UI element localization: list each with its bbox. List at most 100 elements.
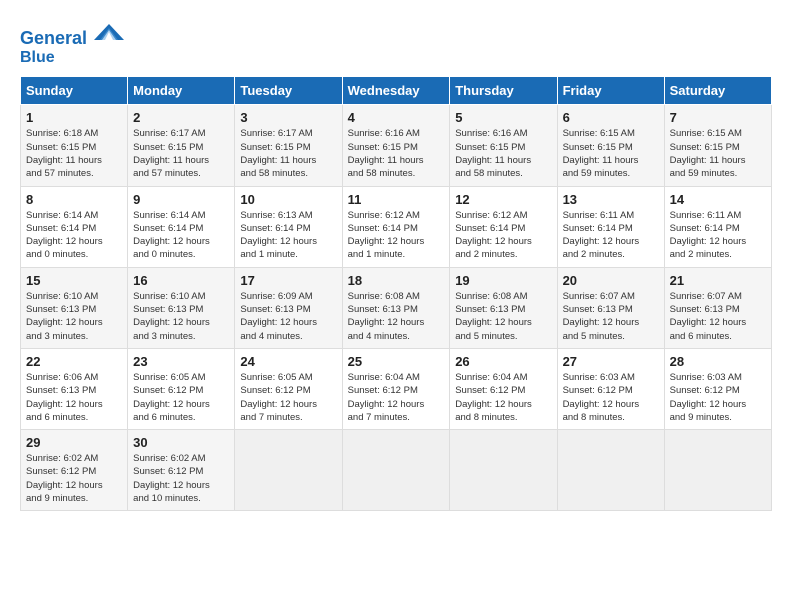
logo-blue: Blue: [20, 49, 124, 67]
calendar-cell: 5Sunrise: 6:16 AMSunset: 6:15 PMDaylight…: [450, 105, 557, 186]
day-number: 24: [240, 354, 336, 369]
day-number: 9: [133, 192, 229, 207]
day-number: 10: [240, 192, 336, 207]
day-info: Sunrise: 6:04 AMSunset: 6:12 PMDaylight:…: [455, 371, 551, 424]
calendar-cell: [450, 430, 557, 511]
calendar-week-row: 29 Sunrise: 6:02 AMSunset: 6:12 PMDayligh…: [21, 430, 772, 511]
day-number: 4: [348, 110, 445, 125]
calendar-cell: 19 Sunrise: 6:08 AMSunset: 6:13 PMDayligh…: [450, 267, 557, 348]
day-info: Sunrise: 6:15 AMSunset: 6:15 PMDaylight:…: [563, 127, 659, 180]
page-header: General Blue: [20, 20, 772, 66]
day-info: Sunrise: 6:09 AMSunset: 6:13 PMDaylight:…: [240, 290, 336, 343]
calendar-cell: 13Sunrise: 6:11 AMSunset: 6:14 PMDayligh…: [557, 186, 664, 267]
calendar-week-row: 15 Sunrise: 6:10 AMSunset: 6:13 PMDayligh…: [21, 267, 772, 348]
day-number: 16: [133, 273, 229, 288]
calendar-cell: 14 Sunrise: 6:11 AMSunset: 6:14 PMDayligh…: [664, 186, 771, 267]
day-info: Sunrise: 6:05 AMSunset: 6:12 PMDaylight:…: [133, 371, 229, 424]
calendar-cell: [557, 430, 664, 511]
day-info: Sunrise: 6:04 AMSunset: 6:12 PMDaylight:…: [348, 371, 445, 424]
day-number: 2: [133, 110, 229, 125]
calendar-cell: 20 Sunrise: 6:07 AMSunset: 6:13 PMDayligh…: [557, 267, 664, 348]
day-info: Sunrise: 6:03 AMSunset: 6:12 PMDaylight:…: [563, 371, 659, 424]
day-info: Sunrise: 6:02 AMSunset: 6:12 PMDaylight:…: [26, 452, 122, 505]
day-number: 20: [563, 273, 659, 288]
day-info: Sunrise: 6:14 AMSunset: 6:14 PMDaylight:…: [26, 209, 122, 262]
logo-text: General: [20, 20, 124, 49]
day-info: Sunrise: 6:07 AMSunset: 6:13 PMDaylight:…: [563, 290, 659, 343]
calendar-cell: 9 Sunrise: 6:14 AMSunset: 6:14 PMDaylight…: [128, 186, 235, 267]
calendar-cell: 16Sunrise: 6:10 AMSunset: 6:13 PMDayligh…: [128, 267, 235, 348]
day-number: 22: [26, 354, 122, 369]
day-info: Sunrise: 6:07 AMSunset: 6:13 PMDaylight:…: [670, 290, 766, 343]
calendar-cell: 1 Sunrise: 6:18 AMSunset: 6:15 PMDaylight…: [21, 105, 128, 186]
day-info: Sunrise: 6:13 AMSunset: 6:14 PMDaylight:…: [240, 209, 336, 262]
day-info: Sunrise: 6:11 AMSunset: 6:14 PMDaylight:…: [670, 209, 766, 262]
weekday-header-saturday: Saturday: [664, 77, 771, 105]
day-info: Sunrise: 6:16 AMSunset: 6:15 PMDaylight:…: [348, 127, 445, 180]
calendar-cell: 23 Sunrise: 6:05 AMSunset: 6:12 PMDayligh…: [128, 348, 235, 429]
day-number: 30: [133, 435, 229, 450]
calendar-cell: 12 Sunrise: 6:12 AMSunset: 6:14 PMDayligh…: [450, 186, 557, 267]
day-info: Sunrise: 6:11 AMSunset: 6:14 PMDaylight:…: [563, 209, 659, 262]
day-info: Sunrise: 6:12 AMSunset: 6:14 PMDaylight:…: [455, 209, 551, 262]
calendar-table: SundayMondayTuesdayWednesdayThursdayFrid…: [20, 76, 772, 511]
day-number: 23: [133, 354, 229, 369]
calendar-cell: 3 Sunrise: 6:17 AMSunset: 6:15 PMDaylight…: [235, 105, 342, 186]
day-info: Sunrise: 6:16 AMSunset: 6:15 PMDaylight:…: [455, 127, 551, 180]
calendar-cell: 6Sunrise: 6:15 AMSunset: 6:15 PMDaylight…: [557, 105, 664, 186]
calendar-week-row: 8Sunrise: 6:14 AMSunset: 6:14 PMDaylight…: [21, 186, 772, 267]
calendar-cell: 26 Sunrise: 6:04 AMSunset: 6:12 PMDayligh…: [450, 348, 557, 429]
calendar-cell: 11 Sunrise: 6:12 AMSunset: 6:14 PMDayligh…: [342, 186, 450, 267]
weekday-header-tuesday: Tuesday: [235, 77, 342, 105]
calendar-cell: [235, 430, 342, 511]
logo-icon: [94, 20, 124, 44]
day-number: 26: [455, 354, 551, 369]
calendar-cell: 21 Sunrise: 6:07 AMSunset: 6:13 PMDayligh…: [664, 267, 771, 348]
day-number: 29: [26, 435, 122, 450]
calendar-cell: 22 Sunrise: 6:06 AMSunset: 6:13 PMDayligh…: [21, 348, 128, 429]
calendar-cell: 28Sunrise: 6:03 AMSunset: 6:12 PMDayligh…: [664, 348, 771, 429]
day-info: Sunrise: 6:17 AMSunset: 6:15 PMDaylight:…: [133, 127, 229, 180]
calendar-week-row: 1 Sunrise: 6:18 AMSunset: 6:15 PMDaylight…: [21, 105, 772, 186]
calendar-cell: 24 Sunrise: 6:05 AMSunset: 6:12 PMDayligh…: [235, 348, 342, 429]
day-info: Sunrise: 6:08 AMSunset: 6:13 PMDaylight:…: [455, 290, 551, 343]
calendar-cell: [342, 430, 450, 511]
day-number: 1: [26, 110, 122, 125]
day-number: 15: [26, 273, 122, 288]
day-number: 12: [455, 192, 551, 207]
calendar-body: 1 Sunrise: 6:18 AMSunset: 6:15 PMDaylight…: [21, 105, 772, 511]
day-info: Sunrise: 6:14 AMSunset: 6:14 PMDaylight:…: [133, 209, 229, 262]
calendar-cell: 18Sunrise: 6:08 AMSunset: 6:13 PMDayligh…: [342, 267, 450, 348]
day-info: Sunrise: 6:03 AMSunset: 6:12 PMDaylight:…: [670, 371, 766, 424]
calendar-cell: 4 Sunrise: 6:16 AMSunset: 6:15 PMDaylight…: [342, 105, 450, 186]
day-info: Sunrise: 6:17 AMSunset: 6:15 PMDaylight:…: [240, 127, 336, 180]
day-number: 14: [670, 192, 766, 207]
weekday-header-wednesday: Wednesday: [342, 77, 450, 105]
calendar-cell: 10 Sunrise: 6:13 AMSunset: 6:14 PMDayligh…: [235, 186, 342, 267]
day-number: 27: [563, 354, 659, 369]
day-info: Sunrise: 6:08 AMSunset: 6:13 PMDaylight:…: [348, 290, 445, 343]
weekday-header-friday: Friday: [557, 77, 664, 105]
weekday-header-sunday: Sunday: [21, 77, 128, 105]
calendar-cell: 15 Sunrise: 6:10 AMSunset: 6:13 PMDayligh…: [21, 267, 128, 348]
calendar-cell: 2 Sunrise: 6:17 AMSunset: 6:15 PMDaylight…: [128, 105, 235, 186]
day-info: Sunrise: 6:18 AMSunset: 6:15 PMDaylight:…: [26, 127, 122, 180]
day-number: 21: [670, 273, 766, 288]
calendar-cell: 25Sunrise: 6:04 AMSunset: 6:12 PMDayligh…: [342, 348, 450, 429]
day-number: 11: [348, 192, 445, 207]
calendar-week-row: 22 Sunrise: 6:06 AMSunset: 6:13 PMDayligh…: [21, 348, 772, 429]
calendar-cell: 29 Sunrise: 6:02 AMSunset: 6:12 PMDayligh…: [21, 430, 128, 511]
calendar-cell: 8Sunrise: 6:14 AMSunset: 6:14 PMDaylight…: [21, 186, 128, 267]
calendar-cell: 30Sunrise: 6:02 AMSunset: 6:12 PMDayligh…: [128, 430, 235, 511]
day-info: Sunrise: 6:10 AMSunset: 6:13 PMDaylight:…: [26, 290, 122, 343]
calendar-cell: 7Sunrise: 6:15 AMSunset: 6:15 PMDaylight…: [664, 105, 771, 186]
day-info: Sunrise: 6:06 AMSunset: 6:13 PMDaylight:…: [26, 371, 122, 424]
calendar-cell: 27 Sunrise: 6:03 AMSunset: 6:12 PMDayligh…: [557, 348, 664, 429]
day-info: Sunrise: 6:05 AMSunset: 6:12 PMDaylight:…: [240, 371, 336, 424]
day-info: Sunrise: 6:12 AMSunset: 6:14 PMDaylight:…: [348, 209, 445, 262]
day-number: 3: [240, 110, 336, 125]
logo-general: General: [20, 28, 87, 48]
day-number: 19: [455, 273, 551, 288]
calendar-cell: [664, 430, 771, 511]
day-info: Sunrise: 6:15 AMSunset: 6:15 PMDaylight:…: [670, 127, 766, 180]
